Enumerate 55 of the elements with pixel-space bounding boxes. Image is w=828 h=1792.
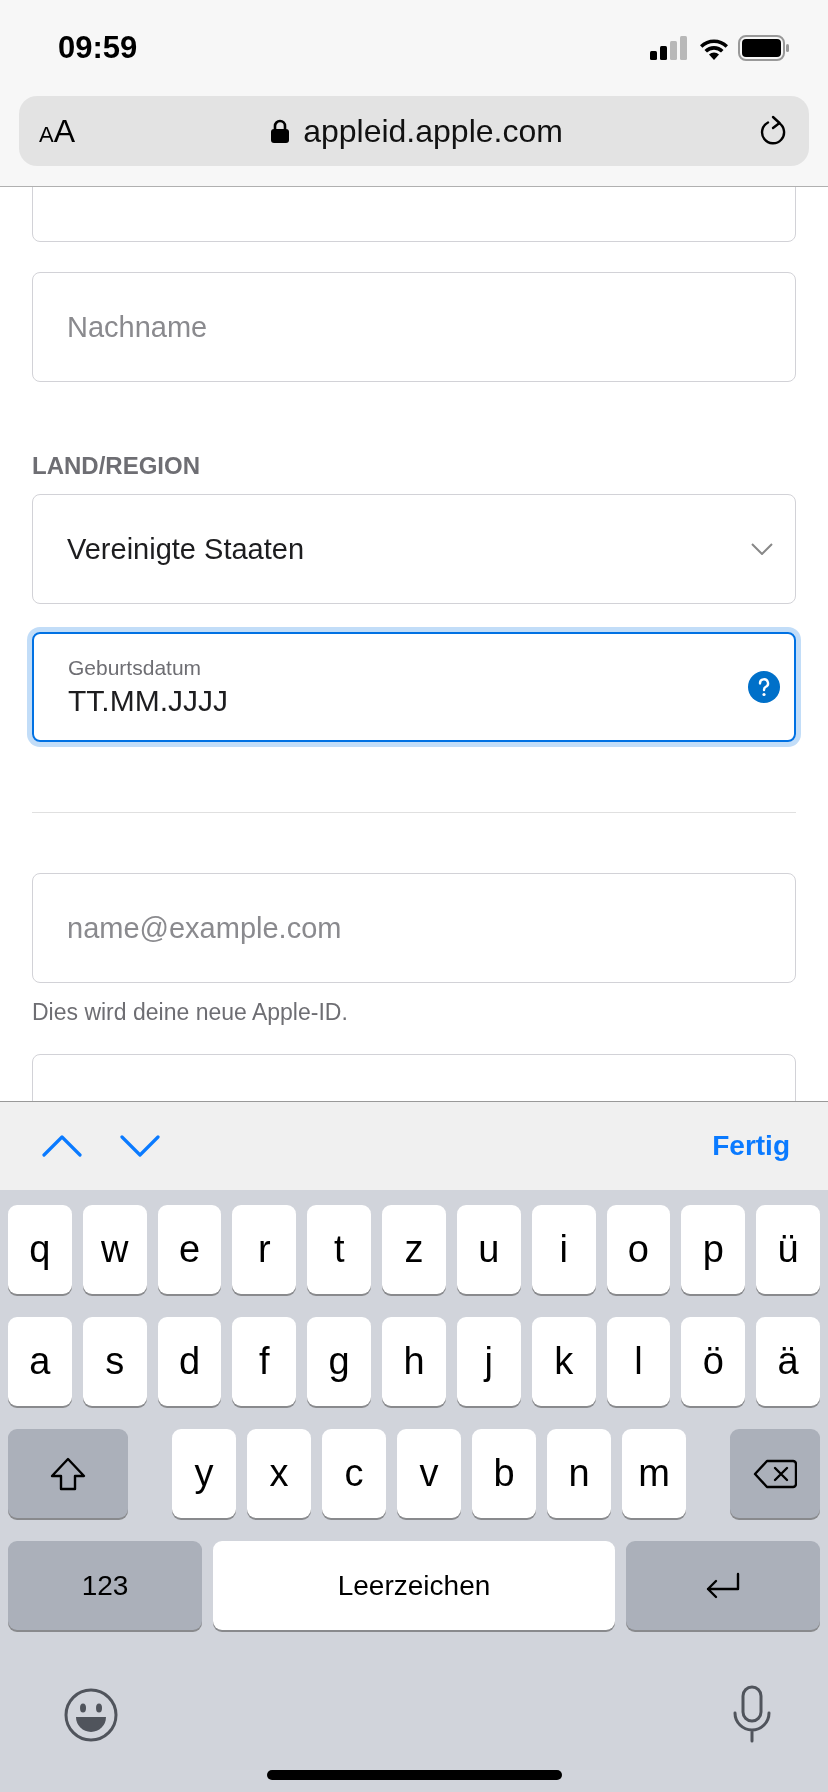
microphone-icon[interactable] <box>732 1685 772 1745</box>
key[interactable]: z <box>382 1205 446 1294</box>
chevron-down-icon <box>751 543 773 555</box>
key[interactable]: f <box>232 1317 297 1406</box>
help-icon[interactable] <box>748 671 780 703</box>
shift-icon <box>50 1456 86 1491</box>
address-bar[interactable]: AA appleid.apple.com <box>19 96 809 166</box>
text-field[interactable]: Nachname <box>32 272 796 382</box>
key[interactable]: t <box>307 1205 372 1294</box>
key[interactable]: w <box>82 1205 147 1294</box>
key[interactable]: l <box>606 1317 671 1406</box>
lock-icon <box>271 119 290 143</box>
shift-key[interactable] <box>8 1429 128 1518</box>
key[interactable]: i <box>531 1205 596 1294</box>
delete-key[interactable] <box>730 1429 820 1518</box>
key[interactable]: u <box>456 1205 521 1294</box>
status-time: 09:59 <box>58 30 138 66</box>
chevron-up-icon[interactable] <box>42 1135 82 1157</box>
signal-icon <box>650 36 690 60</box>
key[interactable]: ä <box>756 1317 820 1406</box>
key[interactable]: c <box>322 1429 386 1518</box>
key[interactable]: r <box>232 1205 297 1294</box>
url-text: appleid.apple.com <box>303 112 563 150</box>
text-field[interactable]: name@example.com <box>32 873 796 983</box>
key[interactable]: a <box>8 1317 72 1406</box>
key[interactable]: g <box>307 1317 372 1406</box>
emoji-icon[interactable] <box>63 1687 119 1743</box>
key[interactable]: m <box>622 1429 686 1518</box>
key[interactable]: e <box>157 1205 222 1294</box>
numbers-key[interactable]: 123 <box>8 1541 202 1630</box>
country-select[interactable]: Vereinigte Staaten <box>32 494 796 604</box>
hint-text: Dies wird deine neue Apple-ID. <box>32 999 349 1026</box>
key[interactable]: p <box>681 1205 746 1294</box>
key[interactable]: n <box>547 1429 611 1518</box>
return-icon <box>704 1571 742 1600</box>
battery-icon <box>738 35 790 61</box>
key[interactable]: h <box>382 1317 446 1406</box>
key[interactable]: d <box>157 1317 222 1406</box>
key[interactable]: ö <box>681 1317 746 1406</box>
space-key[interactable]: Leerzeichen <box>213 1541 615 1630</box>
chevron-down-icon[interactable] <box>120 1135 160 1157</box>
section-label: LAND/REGION <box>32 452 201 480</box>
key[interactable]: q <box>8 1205 72 1294</box>
key[interactable]: y <box>172 1429 236 1518</box>
key[interactable]: v <box>397 1429 461 1518</box>
done-button[interactable]: Fertig <box>712 1130 790 1162</box>
key[interactable]: ü <box>756 1205 820 1294</box>
text-size-button[interactable]: AA <box>39 112 76 150</box>
key[interactable]: s <box>82 1317 147 1406</box>
key[interactable]: x <box>247 1429 311 1518</box>
delete-icon <box>753 1458 797 1489</box>
key[interactable]: j <box>456 1317 521 1406</box>
key[interactable]: b <box>472 1429 536 1518</box>
key[interactable]: k <box>531 1317 596 1406</box>
key[interactable]: o <box>606 1205 671 1294</box>
